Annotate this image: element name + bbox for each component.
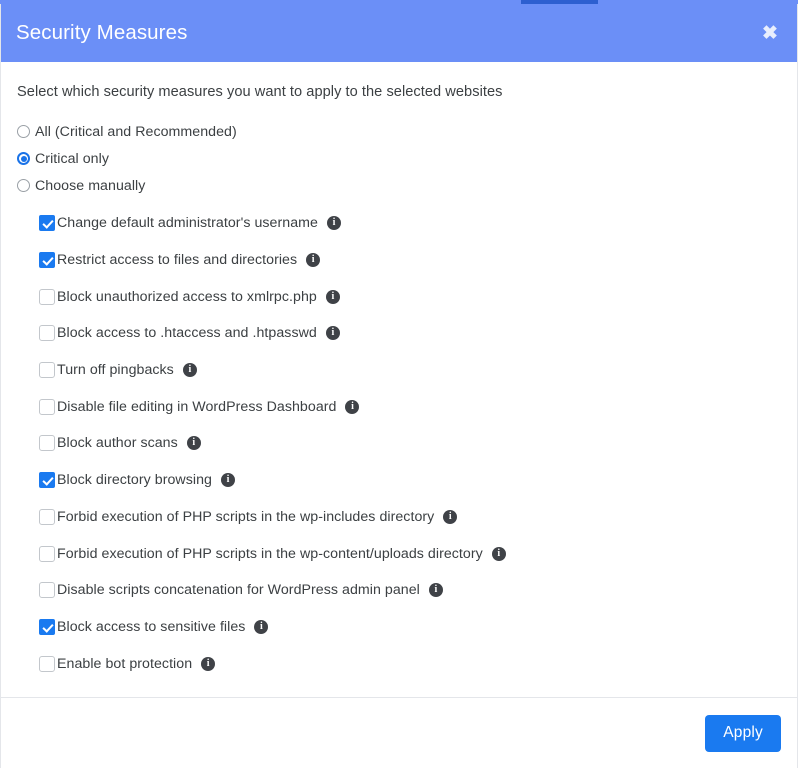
checkbox-indicator	[39, 398, 55, 415]
measure-row[interactable]: Block access to .htaccess and .htpasswd …	[39, 315, 781, 352]
checkbox-indicator	[39, 362, 55, 379]
checkbox-indicator	[39, 618, 55, 635]
measure-label: Disable file editing in WordPress Dashbo…	[57, 398, 337, 415]
radio-option-all[interactable]: All (Critical and Recommended)	[17, 118, 781, 145]
checkbox-indicator	[39, 325, 55, 342]
dialog-title: Security Measures	[16, 21, 188, 44]
checkbox-indicator	[39, 472, 55, 489]
close-icon[interactable]: ✖	[759, 22, 781, 44]
measure-label: Block unauthorized access to xmlrpc.php	[57, 288, 317, 305]
scope-radio-group: All (Critical and Recommended) Critical …	[17, 118, 781, 199]
info-icon[interactable]: i	[325, 289, 340, 304]
measure-row[interactable]: Forbid execution of PHP scripts in the w…	[39, 535, 781, 572]
measure-row[interactable]: Forbid execution of PHP scripts in the w…	[39, 499, 781, 536]
radio-indicator-choose-manually	[17, 179, 30, 192]
measure-row[interactable]: Turn off pingbacks i	[39, 352, 781, 389]
security-measures-page: Security Measures ✖ Select which securit…	[0, 0, 798, 768]
measure-row[interactable]: Enable bot protection i	[39, 645, 781, 682]
info-icon[interactable]: i	[428, 583, 443, 598]
info-icon[interactable]: i	[201, 656, 216, 671]
instruction-text: Select which security measures you want …	[17, 84, 503, 100]
info-icon[interactable]: i	[220, 473, 235, 488]
info-icon[interactable]: i	[186, 436, 201, 451]
checkbox-indicator	[39, 545, 55, 562]
dialog-footer: Apply	[1, 697, 797, 768]
measure-label: Enable bot protection	[57, 655, 193, 672]
radio-indicator-all	[17, 125, 30, 138]
radio-label-choose-manually: Choose manually	[35, 177, 146, 194]
info-icon[interactable]: i	[325, 326, 340, 341]
measure-label: Block access to sensitive files	[57, 618, 246, 635]
dialog-body: Select which security measures you want …	[1, 62, 797, 697]
radio-label-all: All (Critical and Recommended)	[35, 123, 237, 140]
radio-indicator-critical-only	[17, 152, 30, 165]
measure-label: Forbid execution of PHP scripts in the w…	[57, 545, 483, 562]
info-icon[interactable]: i	[326, 216, 341, 231]
measure-row[interactable]: Block directory browsing i	[39, 462, 781, 499]
measure-row[interactable]: Change default administrator's username …	[39, 205, 781, 242]
security-measures-dialog: Security Measures ✖ Select which securit…	[0, 4, 798, 768]
checkbox-indicator	[39, 655, 55, 672]
measure-row[interactable]: Disable scripts concatenation for WordPr…	[39, 572, 781, 609]
measure-label: Turn off pingbacks	[57, 362, 174, 379]
measure-row[interactable]: Block unauthorized access to xmlrpc.php …	[39, 278, 781, 315]
measure-row[interactable]: Restrict access to files and directories…	[39, 242, 781, 279]
measures-list: Change default administrator's username …	[17, 205, 781, 682]
checkbox-indicator	[39, 508, 55, 525]
apply-button[interactable]: Apply	[705, 714, 781, 752]
info-icon[interactable]: i	[182, 363, 197, 378]
info-icon[interactable]: i	[491, 546, 506, 561]
dialog-header: Security Measures ✖	[1, 4, 797, 62]
measure-label: Forbid execution of PHP scripts in the w…	[57, 508, 435, 525]
measure-row[interactable]: Block author scans i	[39, 425, 781, 462]
measure-row[interactable]: Block access to sensitive files i	[39, 609, 781, 646]
info-icon[interactable]: i	[306, 253, 321, 268]
info-icon[interactable]: i	[345, 399, 360, 414]
checkbox-indicator	[39, 252, 55, 269]
checkbox-indicator	[39, 215, 55, 232]
info-icon[interactable]: i	[254, 619, 269, 634]
info-icon[interactable]: i	[443, 509, 458, 524]
measure-label: Block directory browsing	[57, 472, 212, 489]
checkbox-indicator	[39, 288, 55, 305]
radio-label-critical-only: Critical only	[35, 150, 109, 167]
measure-label: Block author scans	[57, 435, 178, 452]
measure-label: Block access to .htaccess and .htpasswd	[57, 325, 317, 342]
radio-option-critical-only[interactable]: Critical only	[17, 145, 781, 172]
radio-option-choose-manually[interactable]: Choose manually	[17, 172, 781, 199]
checkbox-indicator	[39, 582, 55, 599]
measure-row[interactable]: Disable file editing in WordPress Dashbo…	[39, 388, 781, 425]
measure-label: Disable scripts concatenation for WordPr…	[57, 582, 420, 599]
measure-label: Change default administrator's username	[57, 215, 318, 232]
checkbox-indicator	[39, 435, 55, 452]
measure-label: Restrict access to files and directories	[57, 252, 298, 269]
